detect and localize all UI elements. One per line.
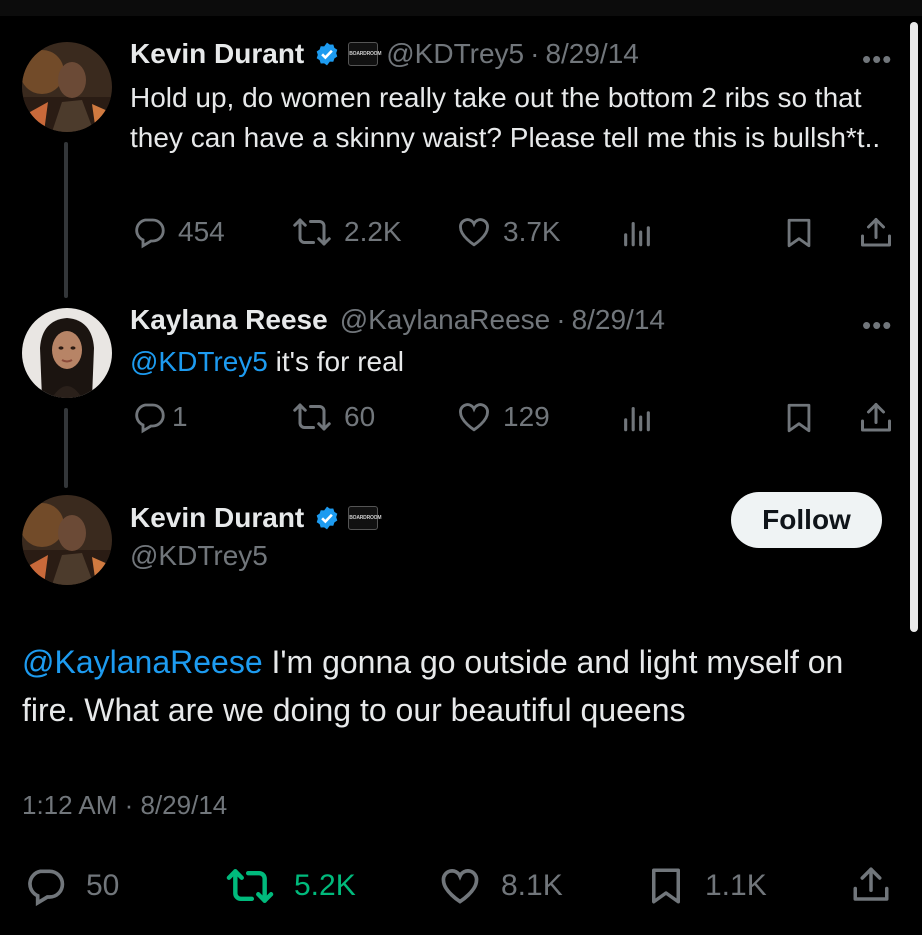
avatar-kevin-durant[interactable] xyxy=(22,42,112,132)
bookmark-count: 1.1K xyxy=(705,869,767,902)
tweet2-body: it's for real xyxy=(267,346,404,377)
bookmark-icon xyxy=(652,868,680,904)
retweet-icon xyxy=(293,218,331,246)
reply-count: 454 xyxy=(178,216,225,247)
affiliate-badge[interactable]: BOARDROOM xyxy=(348,42,382,66)
views-icon xyxy=(624,221,650,247)
like-count: 8.1K xyxy=(501,869,563,902)
more-icon[interactable]: ••• xyxy=(862,44,892,75)
separator: · xyxy=(530,38,540,69)
like-button[interactable]: 8.1K xyxy=(437,864,563,908)
share-button[interactable] xyxy=(858,214,894,252)
like-count: 3.7K xyxy=(503,216,561,247)
affiliate-badge[interactable]: BOARDROOM xyxy=(348,506,382,530)
scrollbar[interactable] xyxy=(910,22,918,632)
top-status-strip xyxy=(0,0,922,16)
bookmark-button[interactable] xyxy=(782,399,816,437)
tweet-date[interactable]: 8/29/14 xyxy=(545,38,638,70)
tweet-timestamp[interactable]: 1:12 AM · 8/29/14 xyxy=(22,790,227,821)
more-icon[interactable]: ••• xyxy=(862,310,892,341)
share-button[interactable] xyxy=(850,862,892,908)
bookmark-icon xyxy=(787,403,811,433)
author-handle[interactable]: @KDTrey5 xyxy=(130,540,268,572)
reply-button[interactable]: 50 xyxy=(22,864,119,908)
like-count: 129 xyxy=(503,401,550,432)
retweet-count: 60 xyxy=(344,401,376,432)
views-button[interactable] xyxy=(620,399,654,435)
views-button[interactable] xyxy=(620,214,654,250)
share-icon xyxy=(861,218,891,247)
tweet2-text: @KDTrey5 it's for real xyxy=(130,342,900,382)
retweet-count: 2.2K xyxy=(344,216,402,247)
avatar-kevin-durant[interactable] xyxy=(22,495,112,585)
mention-link[interactable]: @KaylanaReese xyxy=(22,644,263,680)
retweet-icon xyxy=(226,869,274,903)
thread-line xyxy=(64,142,68,298)
reply-button[interactable]: 1 xyxy=(130,399,188,435)
like-button[interactable]: 3.7K xyxy=(455,214,561,250)
separator: · xyxy=(556,304,566,335)
thread-line xyxy=(64,408,68,488)
like-icon xyxy=(459,218,489,247)
author-handle[interactable]: @KDTrey5 xyxy=(386,38,524,70)
reply-icon xyxy=(135,218,165,249)
like-icon xyxy=(441,869,479,904)
main-author-name-row: Kevin Durant BOARDROOM xyxy=(130,502,386,534)
verified-icon xyxy=(316,506,338,530)
tweet-date[interactable]: 8/29/14 xyxy=(572,304,665,336)
author-name[interactable]: Kevin Durant xyxy=(130,502,304,534)
reply-icon xyxy=(28,869,65,907)
retweet-button[interactable]: 60 xyxy=(290,399,375,435)
share-icon xyxy=(861,403,891,432)
verified-icon xyxy=(316,42,338,66)
bookmark-button[interactable]: 1.1K xyxy=(645,862,767,910)
like-icon xyxy=(459,403,489,432)
tweet1-text: Hold up, do women really take out the bo… xyxy=(130,82,881,153)
mention-link[interactable]: @KDTrey5 xyxy=(130,346,268,377)
views-icon xyxy=(624,406,650,432)
reply-count: 50 xyxy=(86,869,120,902)
main-author-handle-row: @KDTrey5 xyxy=(130,540,268,572)
bookmark-button[interactable] xyxy=(782,214,816,252)
retweet-button[interactable]: 2.2K xyxy=(290,214,402,250)
reply-icon xyxy=(135,403,165,434)
retweet-count: 5.2K xyxy=(294,869,356,902)
main-tweet-text: @KaylanaReese I'm gonna go outside and l… xyxy=(22,638,902,734)
author-handle[interactable]: @KaylanaReese xyxy=(340,304,551,336)
reply-count: 1 xyxy=(172,401,188,432)
tweet2-header: Kaylana Reese @KaylanaReese · 8/29/14 xyxy=(130,304,665,336)
share-button[interactable] xyxy=(858,399,894,437)
retweet-icon xyxy=(293,403,331,431)
avatar-kaylana-reese[interactable] xyxy=(22,308,112,398)
author-name[interactable]: Kaylana Reese xyxy=(130,304,328,336)
author-name[interactable]: Kevin Durant xyxy=(130,38,304,70)
tweet1-header: Kevin Durant BOARDROOM @KDTrey5 · 8/29/1… xyxy=(130,38,639,70)
retweet-button[interactable]: 5.2K xyxy=(224,864,356,908)
share-icon xyxy=(853,867,889,901)
follow-button[interactable]: Follow xyxy=(731,492,882,548)
bookmark-icon xyxy=(787,218,811,248)
reply-button[interactable]: 454 xyxy=(130,214,225,250)
like-button[interactable]: 129 xyxy=(455,399,550,435)
